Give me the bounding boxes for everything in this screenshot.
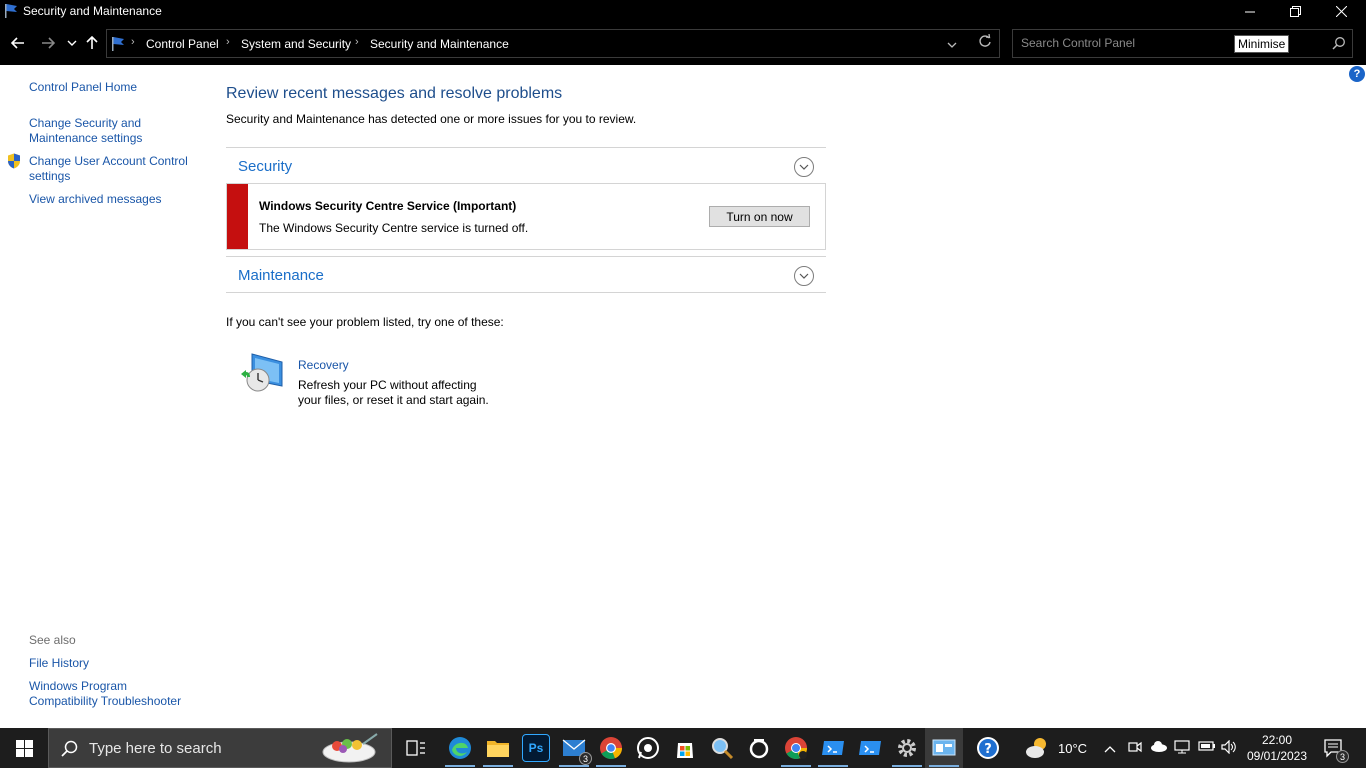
back-arrow-icon[interactable] [9, 33, 27, 53]
mail-badge: 3 [579, 752, 592, 765]
control-panel-icon[interactable] [930, 734, 958, 762]
security-alert: Windows Security Centre Service (Importa… [226, 183, 826, 250]
weather-temperature[interactable]: 10°C [1058, 741, 1087, 756]
breadcrumb-separator: › [131, 36, 135, 48]
taskbar-search-input[interactable] [89, 740, 309, 757]
mail-icon[interactable]: 3 [560, 734, 592, 765]
turn-on-now-button[interactable]: Turn on now [709, 206, 810, 227]
maintenance-section-label: Maintenance [238, 267, 324, 284]
security-section-header[interactable]: Security [226, 147, 826, 184]
task-view-icon[interactable] [402, 734, 430, 762]
breadcrumb-separator: › [226, 36, 230, 48]
taskbar-clock[interactable]: 22:00 09/01/2023 [1245, 732, 1309, 764]
sidebar-link-control-panel-home[interactable]: Control Panel Home [29, 80, 137, 95]
search-input[interactable] [1021, 36, 1231, 50]
running-indicator [596, 765, 626, 767]
remote-desktop-icon-2[interactable] [856, 734, 884, 762]
minimise-tooltip: Minimise [1234, 35, 1290, 53]
up-arrow-icon[interactable] [83, 33, 101, 53]
notification-count-badge: 3 [1336, 750, 1349, 763]
sidebar-link-view-archived-messages[interactable]: View archived messages [29, 192, 162, 207]
navigation-bar: › Control Panel › System and Security › … [0, 23, 1366, 65]
taskbar: Ps 3 ? 10°C [0, 728, 1366, 768]
uac-shield-icon [7, 153, 21, 172]
running-indicator [483, 765, 513, 767]
close-button[interactable] [1318, 0, 1364, 23]
sidebar-link-change-uac-settings[interactable]: Change User Account Control settings [29, 154, 199, 184]
running-indicator [929, 765, 959, 767]
recovery-description: Refresh your PC without affecting your f… [298, 378, 489, 407]
flag-icon [111, 36, 125, 55]
flag-icon [4, 3, 18, 19]
breadcrumb-separator: › [355, 36, 359, 48]
chrome-icon[interactable] [597, 734, 625, 762]
microsoft-store-icon[interactable] [671, 734, 699, 762]
see-also-file-history[interactable]: File History [29, 656, 89, 671]
minimize-button[interactable] [1227, 0, 1273, 23]
restore-button[interactable] [1272, 0, 1318, 23]
section-divider [226, 292, 826, 293]
file-explorer-icon[interactable] [484, 734, 512, 762]
magnifier-tool-icon[interactable] [708, 734, 736, 762]
sidebar-link-change-security-settings[interactable]: Change Security and Maintenance settings [29, 116, 159, 146]
windows-start-icon[interactable] [0, 728, 48, 768]
alert-title: Windows Security Centre Service (Importa… [259, 199, 517, 213]
clock-time: 22:00 [1261, 733, 1293, 747]
running-indicator [892, 765, 922, 767]
breadcrumb-system-and-security[interactable]: System and Security [241, 37, 351, 51]
page-title: Review recent messages and resolve probl… [226, 85, 563, 102]
address-dropdown-icon[interactable] [947, 36, 957, 51]
whatsapp-icon[interactable] [634, 734, 662, 762]
window-title: Security and Maintenance [23, 4, 162, 18]
breadcrumb-security-and-maintenance[interactable]: Security and Maintenance [370, 37, 509, 51]
chrome-profile-icon[interactable] [782, 734, 810, 762]
clock-date: 09/01/2023 [1246, 749, 1308, 763]
alert-severity-bar [227, 184, 248, 249]
expand-chevron-icon[interactable] [794, 157, 814, 177]
security-section-label: Security [238, 158, 293, 175]
help-icon[interactable]: ? [1349, 66, 1365, 82]
recovery-icon[interactable] [238, 352, 284, 399]
get-help-icon[interactable]: ? [974, 734, 1002, 762]
taskbar-search-box[interactable] [48, 728, 392, 768]
search-icon[interactable] [1332, 36, 1346, 53]
expand-chevron-icon[interactable] [794, 266, 814, 286]
weather-partly-cloudy-icon[interactable] [1025, 736, 1051, 763]
see-also-heading: See also [29, 633, 76, 647]
search-box[interactable] [1012, 29, 1353, 58]
search-icon [61, 740, 78, 760]
title-bar: Security and Maintenance [0, 0, 1366, 23]
see-also-compatibility-troubleshooter[interactable]: Windows Program Compatibility Troublesho… [29, 679, 189, 709]
try-these-text: If you can't see your problem listed, tr… [226, 315, 504, 329]
recent-locations-chevron-icon[interactable] [63, 33, 81, 53]
forward-arrow-icon[interactable] [39, 33, 57, 53]
recovery-link[interactable]: Recovery [298, 358, 349, 372]
show-hidden-icons-chevron-icon[interactable] [1104, 742, 1116, 756]
meet-now-icon[interactable] [1128, 740, 1142, 757]
cortana-ring-icon[interactable] [745, 734, 773, 762]
running-indicator [445, 765, 475, 767]
page-subtitle: Security and Maintenance has detected on… [226, 112, 637, 126]
running-indicator [818, 765, 848, 767]
battery-icon[interactable] [1198, 740, 1216, 755]
svg-text:?: ? [984, 742, 992, 757]
remote-desktop-icon[interactable] [819, 734, 847, 762]
alert-message: The Windows Security Centre service is t… [259, 221, 529, 235]
refresh-icon[interactable] [978, 33, 992, 51]
edge-browser-icon[interactable] [446, 734, 474, 762]
onedrive-cloud-icon[interactable] [1150, 740, 1168, 755]
volume-icon[interactable] [1221, 739, 1237, 757]
address-bar[interactable]: › Control Panel › System and Security › … [106, 29, 1000, 58]
settings-gear-icon[interactable] [893, 734, 921, 762]
running-indicator [781, 765, 811, 767]
maintenance-section-header[interactable]: Maintenance [226, 256, 826, 293]
running-indicator [559, 765, 589, 767]
breadcrumb-control-panel[interactable]: Control Panel [146, 37, 219, 51]
notifications-icon[interactable]: 3 [1323, 738, 1349, 763]
photoshop-icon[interactable]: Ps [522, 734, 550, 762]
network-icon[interactable] [1174, 740, 1190, 757]
search-highlight-food-icon[interactable] [321, 732, 381, 768]
